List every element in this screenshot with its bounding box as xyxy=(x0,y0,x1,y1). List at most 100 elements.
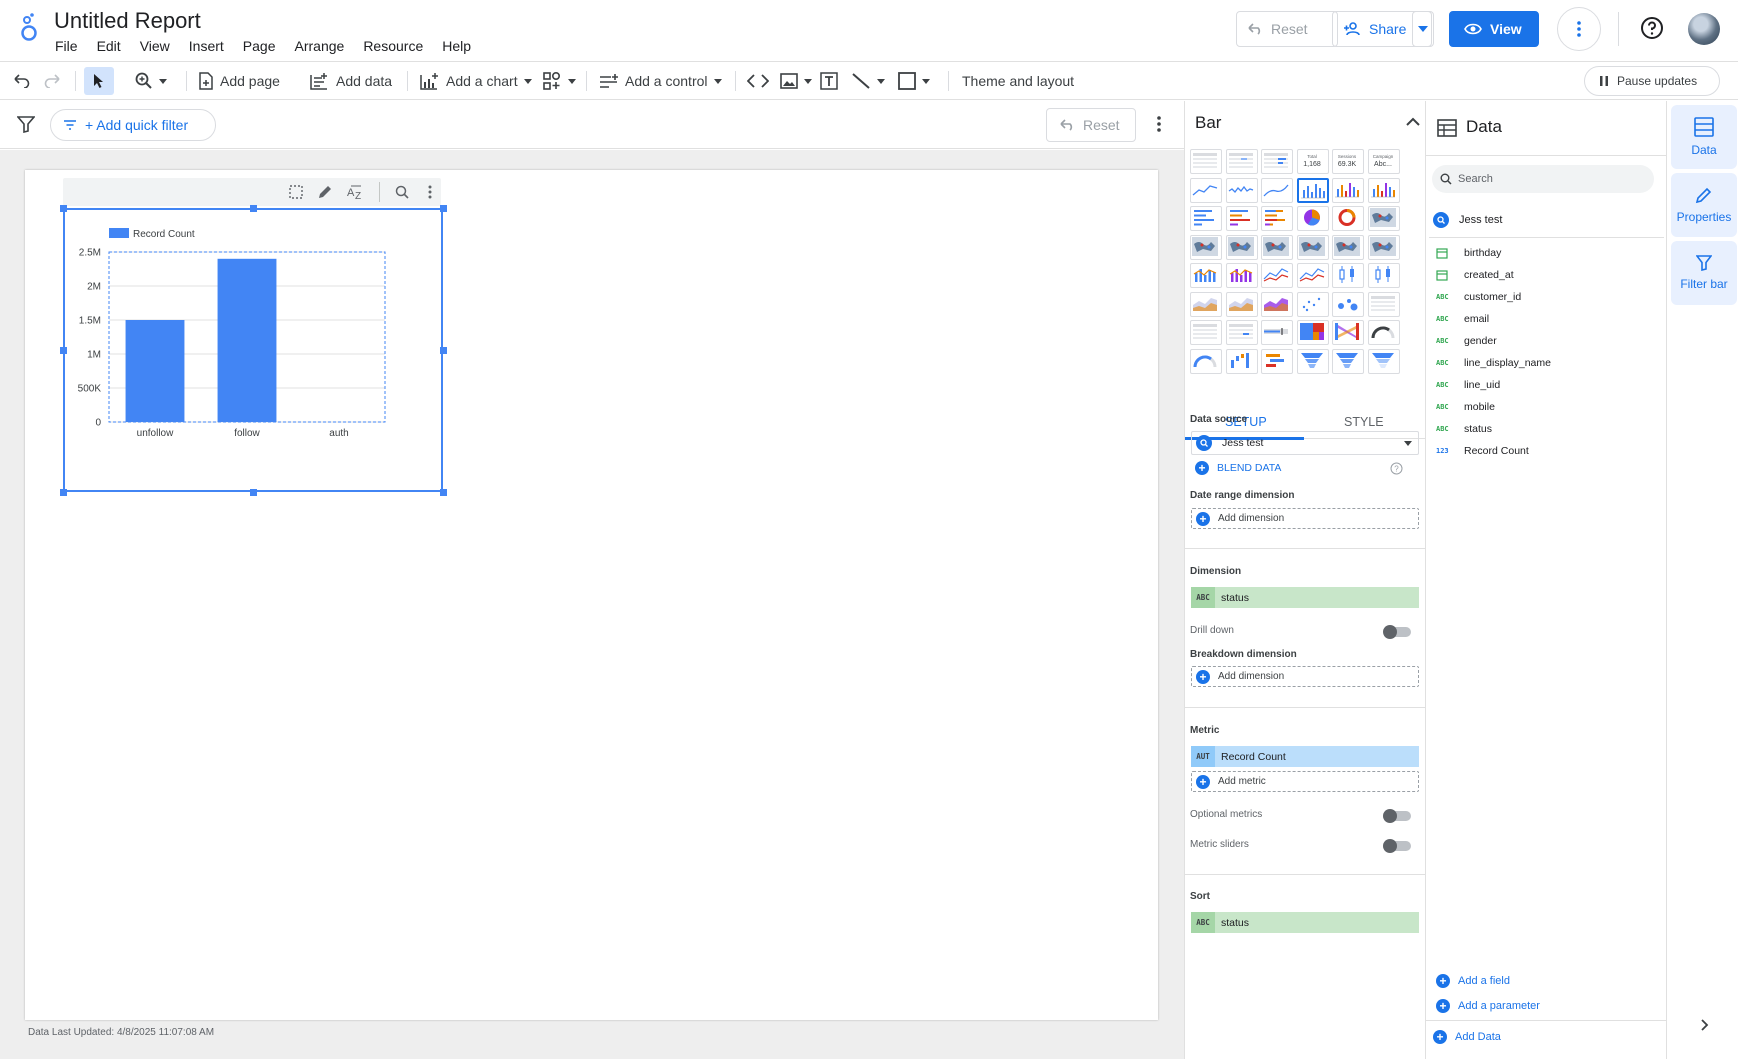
field-item[interactable]: ABC status xyxy=(1436,423,1492,435)
looker-studio-logo[interactable] xyxy=(18,12,40,42)
shape-rectangle-icon[interactable] xyxy=(898,62,930,100)
pie-chart-icon[interactable] xyxy=(1296,206,1329,231)
filter-funnel-icon[interactable] xyxy=(17,116,35,133)
field-item[interactable]: ABC gender xyxy=(1436,335,1497,347)
chevron-right-icon[interactable] xyxy=(1701,1019,1709,1031)
heatmap-map-icon[interactable] xyxy=(1296,234,1329,260)
stacked-combo-icon[interactable] xyxy=(1225,263,1258,288)
edit-pencil-icon[interactable] xyxy=(317,184,333,200)
timeseries-chart-icon[interactable] xyxy=(1190,177,1222,203)
field-item[interactable]: created_at xyxy=(1436,269,1514,281)
menu-page[interactable]: Page xyxy=(243,38,276,54)
area-chart-icon[interactable] xyxy=(1190,291,1222,317)
pause-updates-button[interactable]: Pause updates xyxy=(1584,66,1720,96)
select-pointer-icon[interactable] xyxy=(84,67,114,95)
filter-more-icon[interactable] xyxy=(1157,116,1161,132)
add-page-button[interactable]: Add page xyxy=(198,62,280,100)
scatter-chart-icon[interactable] xyxy=(1296,291,1329,317)
data-source-select[interactable]: Jess test xyxy=(1191,431,1419,455)
filled-map-icon[interactable] xyxy=(1225,234,1258,260)
avatar[interactable] xyxy=(1688,13,1720,45)
bubble-chart-icon[interactable] xyxy=(1332,291,1364,317)
help-icon[interactable] xyxy=(1640,16,1664,40)
bar-chart[interactable]: Record Count 0 500K 1M 1.5M 2M 2.5M unfollow fol… xyxy=(63,208,443,492)
line-chart-icon[interactable] xyxy=(1261,263,1293,288)
menu-help[interactable]: Help xyxy=(442,38,471,54)
resize-handle[interactable] xyxy=(250,205,257,212)
add-data-button[interactable]: Add data xyxy=(310,62,392,100)
help-icon[interactable]: ? xyxy=(1390,462,1403,475)
add-control-button[interactable]: Add a control xyxy=(599,62,722,100)
undo-icon[interactable] xyxy=(12,62,30,100)
smoothed-timeseries-icon[interactable] xyxy=(1261,177,1293,203)
menu-view[interactable]: View xyxy=(140,38,170,54)
field-item[interactable]: ABC line_uid xyxy=(1436,379,1500,391)
bar-chart-icon[interactable] xyxy=(1190,206,1222,231)
field-item[interactable]: ABC mobile xyxy=(1436,401,1495,413)
field-item[interactable]: ABC customer_id xyxy=(1436,291,1521,303)
resize-handle[interactable] xyxy=(60,205,67,212)
field-item[interactable]: ABC line_display_name xyxy=(1436,357,1551,369)
sort-az-icon[interactable]: AZ xyxy=(347,184,365,200)
pivot-heatmap-icon[interactable] xyxy=(1190,320,1222,345)
field-item[interactable]: 123 Record Count xyxy=(1436,445,1529,457)
geo-bubble-icon[interactable] xyxy=(1367,234,1400,260)
pivot-bars-icon[interactable] xyxy=(1225,320,1258,345)
combo-chart-icon[interactable] xyxy=(1190,263,1222,288)
filter-reset-button[interactable]: Reset xyxy=(1046,108,1136,142)
report-page[interactable]: AZ Record Count 0 500K 1M 1.5M 2M 2.5M unfollow… xyxy=(25,170,1158,1020)
grouped-column-icon[interactable] xyxy=(1332,177,1364,203)
add-metric-button[interactable]: + Add metric xyxy=(1191,771,1419,792)
report-title[interactable]: Untitled Report xyxy=(54,8,201,34)
field-search-input[interactable]: Search xyxy=(1432,165,1654,193)
grouped-bar-icon[interactable] xyxy=(1225,206,1258,231)
rail-data-button[interactable]: Data xyxy=(1671,105,1737,169)
resize-handle[interactable] xyxy=(440,347,447,354)
metric-chip[interactable]: AUT Record Count xyxy=(1191,746,1419,767)
collapse-chevron-icon[interactable] xyxy=(1406,117,1420,126)
scorecard-total-icon[interactable]: Total 1,168 xyxy=(1296,149,1329,174)
stacked-bar-icon[interactable] xyxy=(1261,206,1293,231)
funnel-chart-icon[interactable] xyxy=(1296,348,1329,374)
more-options-icon[interactable] xyxy=(1557,7,1601,51)
dimension-chip[interactable]: ABC status xyxy=(1191,587,1419,608)
add-data-source-button[interactable]: + Add Data xyxy=(1433,1030,1501,1044)
add-field-button[interactable]: + Add a field xyxy=(1436,974,1510,988)
smoothed-line-icon[interactable] xyxy=(1296,263,1329,288)
view-button[interactable]: View xyxy=(1449,11,1539,47)
column-chart-icon[interactable] xyxy=(1296,177,1329,203)
line-map-icon[interactable] xyxy=(1261,234,1293,260)
rail-properties-button[interactable]: Properties xyxy=(1671,173,1737,237)
line-icon[interactable] xyxy=(851,62,885,100)
image-icon[interactable] xyxy=(780,62,812,100)
resize-handle[interactable] xyxy=(60,489,67,496)
speedometer-gauge-icon[interactable] xyxy=(1190,348,1222,374)
bubble-map-icon[interactable] xyxy=(1332,234,1364,260)
scorecard-campaign-icon[interactable]: Campaign Abc... xyxy=(1367,149,1400,174)
gauge-icon[interactable] xyxy=(1367,320,1400,345)
inverted-funnel-icon[interactable] xyxy=(1367,348,1400,374)
resize-handle[interactable] xyxy=(60,347,67,354)
zoom-icon[interactable] xyxy=(135,62,167,100)
sort-chip[interactable]: ABC status xyxy=(1191,912,1419,933)
resize-handle[interactable] xyxy=(440,205,447,212)
stacked-area-icon[interactable] xyxy=(1225,291,1258,317)
waterfall-icon[interactable] xyxy=(1225,348,1258,374)
add-quick-filter-button[interactable]: + Add quick filter xyxy=(50,109,216,141)
chart-more-icon[interactable] xyxy=(428,185,432,199)
redo-icon[interactable] xyxy=(44,62,62,100)
pivot-table-icon[interactable] xyxy=(1367,291,1400,317)
add-chart-button[interactable]: Add a chart xyxy=(420,62,532,100)
blend-data-button[interactable]: + BLEND DATA xyxy=(1195,461,1281,475)
rail-filter-bar-button[interactable]: Filter bar xyxy=(1671,241,1737,305)
sankey-icon[interactable] xyxy=(1332,320,1364,345)
percent-area-icon[interactable] xyxy=(1261,291,1293,317)
text-box-icon[interactable] xyxy=(820,62,838,100)
menu-insert[interactable]: Insert xyxy=(189,38,224,54)
bullet-chart-icon[interactable] xyxy=(1261,320,1293,345)
share-dropdown-button[interactable] xyxy=(1412,11,1434,47)
menu-file[interactable]: File xyxy=(55,38,78,54)
field-item[interactable]: ABC email xyxy=(1436,313,1489,325)
explore-zoom-icon[interactable] xyxy=(395,185,409,199)
donut-chart-icon[interactable] xyxy=(1332,206,1364,231)
